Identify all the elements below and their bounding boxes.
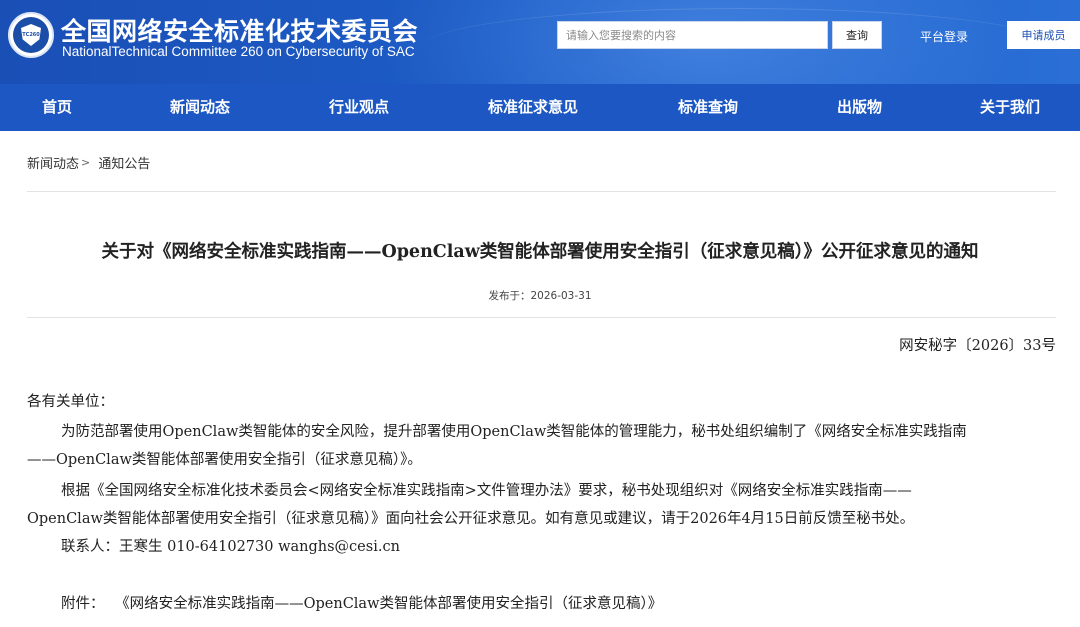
site-subtitle: NationalTechnical Committee 260 on Cyber… (62, 44, 415, 59)
paragraph-2-line-1: 根据《全国网络安全标准化技术委员会<网络安全标准实践指南>文件管理办法》要求，秘… (61, 483, 912, 499)
nav-item-news[interactable]: 新闻动态 (170, 84, 230, 131)
salutation: 各有关单位： (27, 394, 114, 410)
contact-info: 联系人：王寒生 010-64102730 wanghs@cesi.cn (61, 539, 400, 555)
breadcrumb-divider (27, 191, 1056, 192)
attachment-label: 附件： (61, 596, 105, 612)
attachment-row: 附件： 《网络安全标准实践指南——OpenClaw类智能体部署使用安全指引（征求… (27, 590, 1057, 618)
search-input[interactable] (557, 21, 828, 49)
breadcrumb: 新闻动态 > 通知公告 (27, 153, 150, 172)
nav-item-publications[interactable]: 出版物 (837, 84, 882, 131)
site-header: TC260 全国网络安全标准化技术委员会 NationalTechnical C… (0, 0, 1080, 84)
document-number: 网安秘字〔2026〕33号 (899, 338, 1056, 354)
paragraph-1-line-2: ——OpenClaw类智能体部署使用安全指引（征求意见稿）》。 (27, 452, 422, 468)
logo-emblem: TC260 (13, 17, 49, 53)
tc260-logo[interactable]: TC260 (8, 12, 54, 58)
logo-text: TC260 (22, 32, 40, 38)
attachment-link[interactable]: 《网络安全标准实践指南——OpenClaw类智能体部署使用安全指引（征求意见稿）… (115, 596, 662, 612)
nav-item-standard-query[interactable]: 标准查询 (678, 84, 738, 131)
breadcrumb-separator: > (81, 156, 91, 169)
paragraph-1-line-1: 为防范部署使用OpenClaw类智能体的安全风险，提升部署使用OpenClaw类… (61, 424, 967, 440)
breadcrumb-news[interactable]: 新闻动态 (27, 157, 79, 172)
title-divider (27, 317, 1056, 318)
site-title[interactable]: 全国网络安全标准化技术委员会 (61, 12, 418, 48)
shield-icon: TC260 (21, 24, 41, 46)
breadcrumb-notices[interactable]: 通知公告 (98, 157, 150, 172)
platform-login-link[interactable]: 平台登录 (920, 28, 968, 45)
nav-item-standard-comments[interactable]: 标准征求意见 (488, 84, 578, 131)
publish-date: 发布于：2026-03-31 (488, 290, 592, 302)
paragraph-2-line-2: OpenClaw类智能体部署使用安全指引（征求意见稿）》面向社会公开征求意见。如… (27, 511, 915, 527)
article-title: 关于对《网络安全标准实践指南——OpenClaw类智能体部署使用安全指引（征求意… (101, 242, 979, 262)
main-nav: 首页 新闻动态 行业观点 标准征求意见 标准查询 出版物 关于我们 (0, 84, 1080, 131)
nav-item-industry-views[interactable]: 行业观点 (329, 84, 389, 131)
search-button[interactable]: 查询 (832, 21, 882, 49)
nav-item-home[interactable]: 首页 (42, 84, 72, 131)
apply-membership-button[interactable]: 申请成员 (1007, 21, 1080, 49)
nav-item-about-us[interactable]: 关于我们 (980, 84, 1040, 131)
